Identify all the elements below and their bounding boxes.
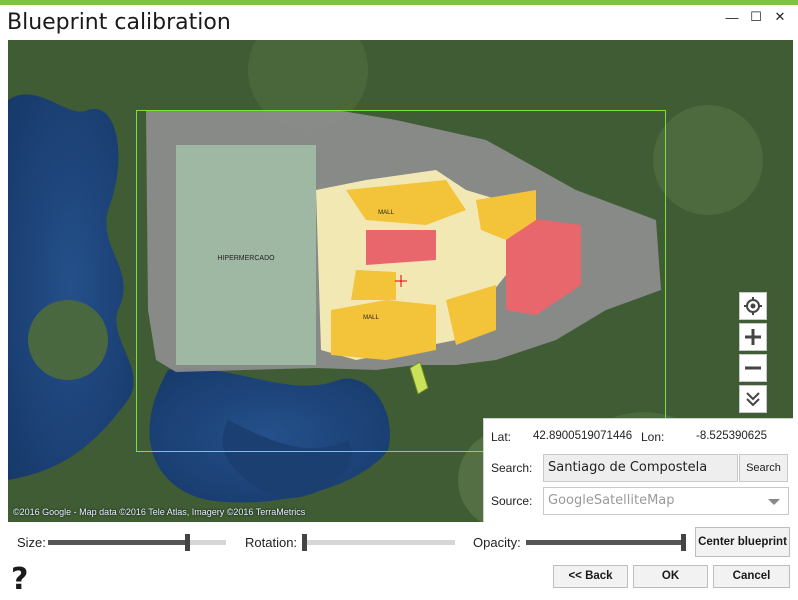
rotation-slider-track xyxy=(302,540,455,545)
search-button[interactable]: Search xyxy=(739,454,788,482)
zoom-in-icon[interactable] xyxy=(739,323,767,351)
cancel-button[interactable]: Cancel xyxy=(713,565,790,588)
close-icon[interactable]: ✕ xyxy=(768,8,792,26)
lon-label: Lon: xyxy=(641,430,665,444)
size-slider-fill xyxy=(48,540,185,545)
calibration-frame[interactable] xyxy=(136,110,666,452)
rotation-slider-thumb[interactable] xyxy=(302,534,307,551)
back-button[interactable]: << Back xyxy=(553,565,628,588)
opacity-slider-fill xyxy=(526,540,681,545)
rotation-slider[interactable] xyxy=(302,534,455,551)
search-label: Search: xyxy=(491,461,533,475)
maximize-icon[interactable]: ☐ xyxy=(744,8,768,26)
opacity-slider[interactable] xyxy=(526,534,686,551)
title-accent-bar xyxy=(0,0,798,5)
source-select[interactable]: GoogleSatelliteMap xyxy=(543,487,789,515)
source-label: Source: xyxy=(491,494,533,508)
size-slider-thumb[interactable] xyxy=(185,534,190,551)
map-attribution: ©2016 Google - Map data ©2016 Tele Atlas… xyxy=(13,507,306,517)
chevron-down-icon xyxy=(768,499,780,505)
source-value: GoogleSatelliteMap xyxy=(548,493,675,508)
size-label: Size: xyxy=(17,535,46,550)
window-title: Blueprint calibration xyxy=(7,10,231,35)
minimize-icon[interactable]: — xyxy=(720,8,744,26)
search-input[interactable]: Santiago de Compostela xyxy=(543,454,738,482)
map-tools xyxy=(739,292,769,416)
size-slider[interactable] xyxy=(48,534,226,551)
opacity-slider-thumb[interactable] xyxy=(681,534,686,551)
opacity-label: Opacity: xyxy=(473,535,521,550)
expand-down-icon[interactable] xyxy=(739,385,767,413)
ok-button[interactable]: OK xyxy=(633,565,708,588)
lat-label: Lat: xyxy=(491,430,512,444)
help-icon[interactable]: ? xyxy=(11,562,28,597)
zoom-out-icon[interactable] xyxy=(739,354,767,382)
lat-value: 42.8900519071446 xyxy=(533,430,633,442)
lon-value: -8.525390625 xyxy=(696,430,767,442)
center-blueprint-button[interactable]: Center blueprint xyxy=(695,527,790,557)
locate-icon[interactable] xyxy=(739,292,767,320)
window-controls: — ☐ ✕ xyxy=(720,8,792,26)
location-panel: Lat: 42.8900519071446 Lon: -8.525390625 … xyxy=(483,418,793,522)
rotation-label: Rotation: xyxy=(245,535,298,550)
